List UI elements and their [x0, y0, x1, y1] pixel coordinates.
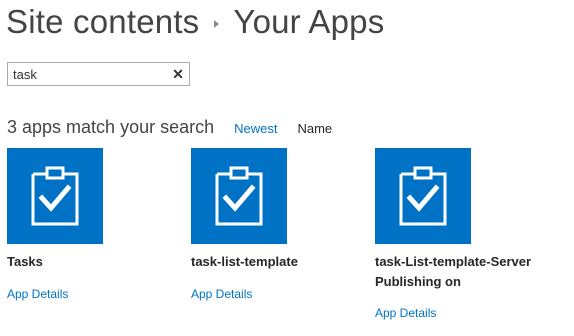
result-count: 3 apps match your search: [7, 117, 215, 137]
breadcrumb-site-contents[interactable]: Site contents: [6, 3, 199, 41]
app-details-link[interactable]: App Details: [375, 306, 436, 320]
clipboard-check-icon: [399, 166, 447, 226]
app-title[interactable]: Tasks: [7, 252, 172, 272]
page-title: Your Apps: [233, 3, 385, 40]
app-title[interactable]: task-List-template-Server Publishing on: [375, 252, 535, 292]
search-input[interactable]: [8, 63, 173, 85]
app-icon-button[interactable]: [7, 148, 103, 244]
app-title[interactable]: task-list-template: [191, 252, 356, 272]
sort-name-link[interactable]: Name: [297, 121, 332, 136]
app-tile-task-list-template: task-list-template App Details: [191, 148, 356, 301]
app-icon-button[interactable]: [191, 148, 287, 244]
app-tile-task-list-template-server-publishing: task-List-template-Server Publishing on …: [375, 148, 540, 320]
clipboard-check-icon: [31, 166, 79, 226]
app-details-link[interactable]: App Details: [7, 287, 68, 301]
breadcrumb-separator-icon: [214, 20, 220, 28]
results-header: 3 apps match your search Newest Name: [7, 117, 332, 141]
app-tile-tasks: Tasks App Details: [7, 148, 172, 301]
sort-newest-link[interactable]: Newest: [234, 121, 277, 136]
search-box: ✕: [7, 62, 190, 86]
app-details-link[interactable]: App Details: [191, 287, 252, 301]
clear-search-icon[interactable]: ✕: [171, 66, 185, 82]
app-icon-button[interactable]: [375, 148, 471, 244]
clipboard-check-icon: [215, 166, 263, 226]
breadcrumb: Site contents Your Apps: [6, 0, 384, 44]
